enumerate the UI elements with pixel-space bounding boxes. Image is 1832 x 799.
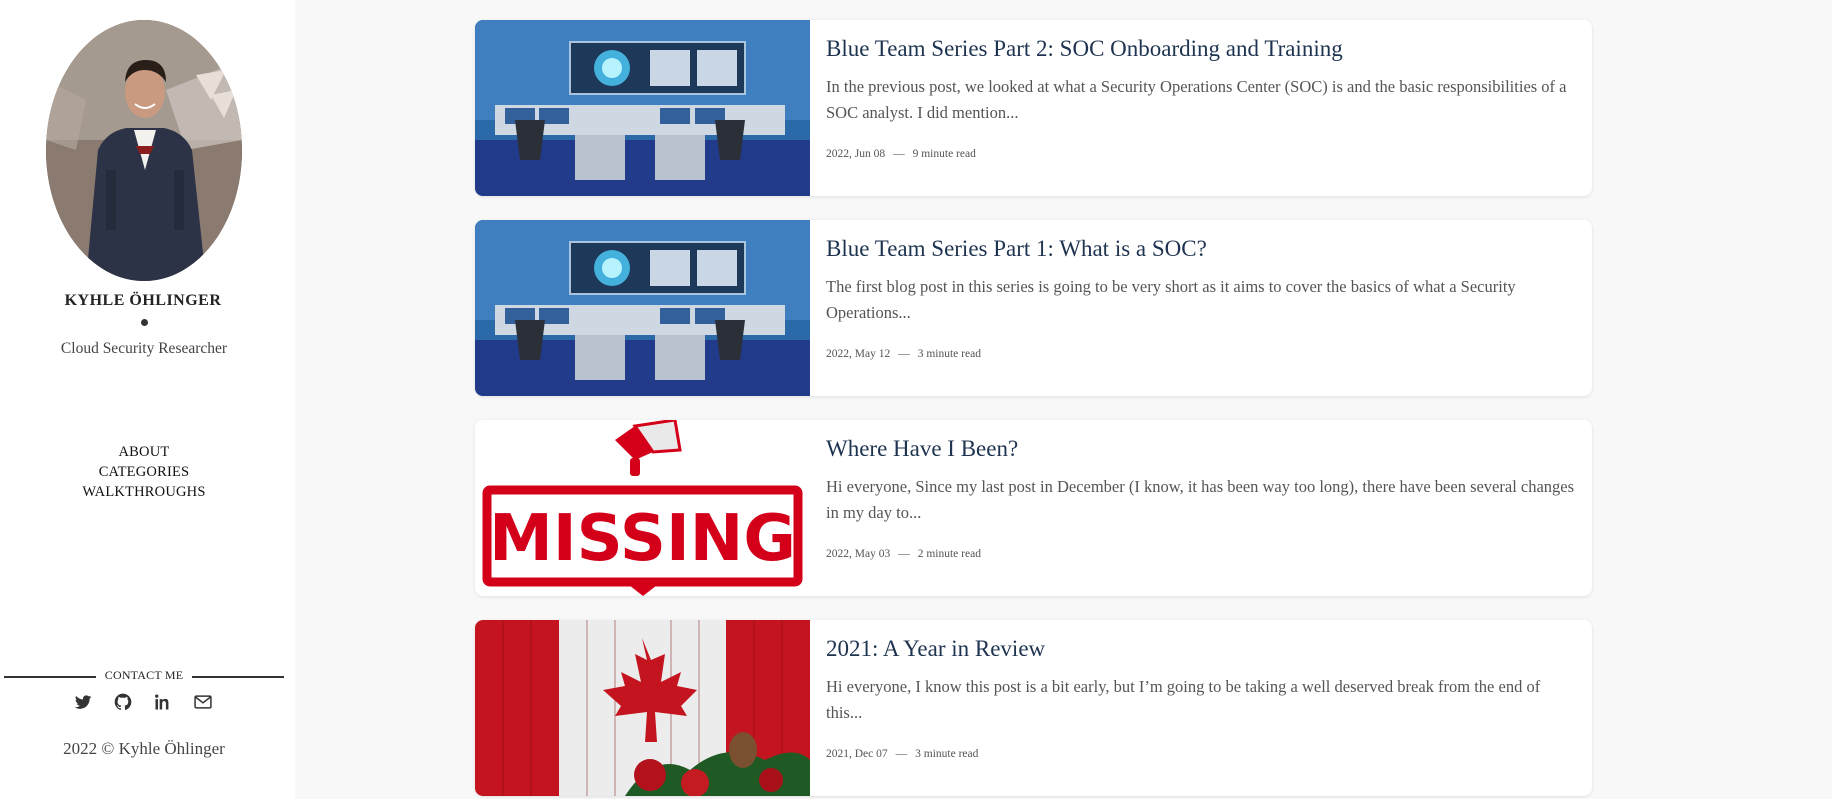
post-title[interactable]: Blue Team Series Part 1: What is a SOC? [826,234,1576,264]
separator-dot [141,319,148,326]
divider-line [192,676,284,678]
meta-separator: — [895,748,908,760]
post-date: 2022, Jun 08 [826,148,886,160]
copyright: 2022 © Kyhle Öhlinger [63,739,225,758]
post-thumbnail[interactable] [475,20,810,196]
author-name: KYHLE ÖHLINGER [64,292,222,309]
post-title[interactable]: Where Have I Been? [826,434,1576,464]
post-thumbnail[interactable]: MISSING [475,420,810,596]
post-meta: 2022, May 03 — 2 minute read [826,548,981,560]
social-links [0,692,288,716]
post-body: Blue Team Series Part 2: SOC Onboarding … [826,34,1576,126]
post-excerpt: Hi everyone, Since my last post in Decem… [826,477,1575,522]
post-thumbnail[interactable] [475,620,810,796]
post-card[interactable]: Blue Team Series Part 1: What is a SOC? … [475,220,1592,396]
post-date: 2021, Dec 07 [826,748,888,760]
post-title[interactable]: 2021: A Year in Review [826,634,1576,664]
post-meta: 2022, May 12 — 3 minute read [826,348,981,360]
contact-label: CONTACT ME [104,668,184,682]
post-body: Blue Team Series Part 1: What is a SOC? … [826,234,1576,326]
twitter-icon[interactable] [73,692,93,712]
nav-walkthroughs[interactable]: WALKTHROUGHS [0,482,288,502]
contact-header: CONTACT ME [4,668,284,684]
linkedin-icon[interactable] [153,692,173,712]
email-icon[interactable] [193,692,213,712]
post-excerpt: The first blog post in this series is go… [826,277,1516,322]
post-body: Where Have I Been? Hi everyone, Since my… [826,434,1576,526]
author-avatar[interactable] [46,20,242,281]
post-read-time: 3 minute read [917,348,981,360]
missing-sign-text: MISSING [489,502,796,576]
post-card[interactable]: Blue Team Series Part 2: SOC Onboarding … [475,20,1592,196]
post-excerpt: Hi everyone, I know this post is a bit e… [826,677,1541,722]
divider-line [4,676,96,678]
nav-categories[interactable]: CATEGORIES [0,462,288,482]
post-body: 2021: A Year in Review Hi everyone, I kn… [826,634,1576,726]
nav-about[interactable]: ABOUT [0,442,288,462]
post-meta: 2021, Dec 07 — 3 minute read [826,748,978,760]
sidebar-nav: ABOUT CATEGORIES WALKTHROUGHS [0,442,288,502]
author-role: Cloud Security Researcher [60,340,228,357]
sidebar: KYHLE ÖHLINGER Cloud Security Researcher… [0,0,295,799]
meta-separator: — [893,148,905,160]
post-meta: 2022, Jun 08 — 9 minute read [826,148,976,160]
github-icon[interactable] [113,692,133,712]
post-title[interactable]: Blue Team Series Part 2: SOC Onboarding … [826,34,1576,64]
post-read-time: 2 minute read [917,548,981,560]
meta-separator: — [898,548,910,560]
post-thumbnail[interactable] [475,220,810,396]
post-read-time: 9 minute read [912,148,976,160]
post-read-time: 3 minute read [915,748,979,760]
post-date: 2022, May 12 [826,348,891,360]
post-excerpt: In the previous post, we looked at what … [826,77,1567,122]
post-card[interactable]: MISSING Where Have I Been? Hi everyone, … [475,420,1592,596]
post-card[interactable]: 2021: A Year in Review Hi everyone, I kn… [475,620,1592,796]
meta-separator: — [898,348,910,360]
post-date: 2022, May 03 [826,548,891,560]
